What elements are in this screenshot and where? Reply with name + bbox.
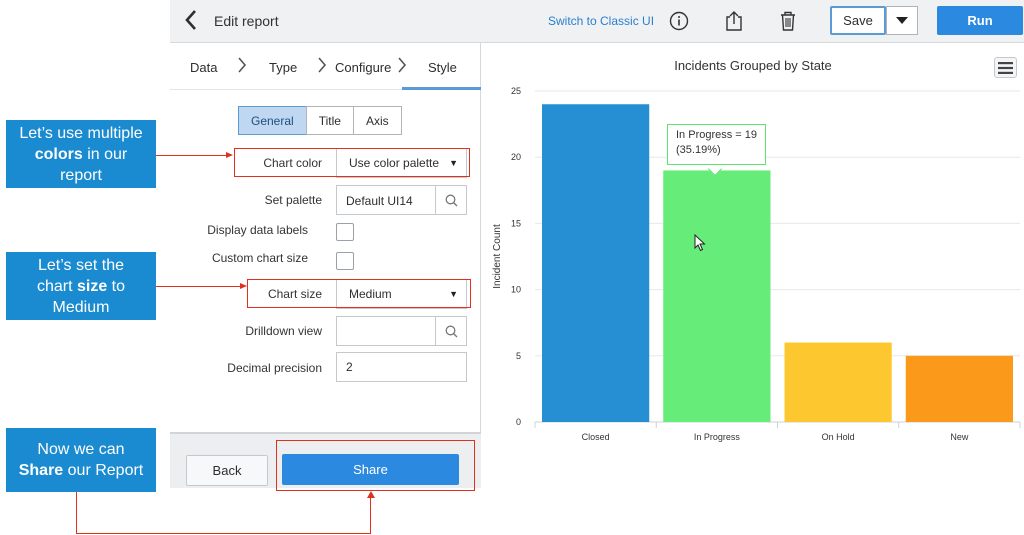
connector-line [156, 286, 240, 287]
callout-size-text-a: chart [36, 277, 77, 295]
caret-down-icon [896, 17, 908, 24]
callout-colors: Let’s use multiple colors in our report [6, 120, 156, 188]
callout-share: Now we can Share our Report [6, 428, 156, 492]
step-style[interactable]: Style [428, 60, 457, 75]
callout-colors-text: in our [82, 145, 128, 163]
save-button[interactable]: Save [830, 6, 886, 35]
save-options-dropdown[interactable] [886, 6, 918, 35]
arrow-right-icon [226, 152, 233, 158]
callout-colors-line-2: colors in our [35, 144, 127, 165]
connector-line [370, 498, 371, 534]
x-tick-label: Closed [582, 432, 610, 442]
y-tick-label: 15 [511, 218, 521, 228]
y-tick-label: 10 [511, 285, 521, 295]
mouse-pointer-icon [694, 234, 706, 252]
x-tick-label: On Hold [822, 432, 855, 442]
bar-tooltip: In Progress = 19 (35.19%) [667, 124, 766, 165]
search-icon[interactable] [435, 317, 466, 345]
arrow-right-icon [240, 283, 247, 289]
y-tick-label: 5 [516, 351, 521, 361]
drilldown-view-field[interactable] [336, 316, 467, 346]
callout-colors-line-1: Let’s use multiple [19, 124, 143, 142]
step-data[interactable]: Data [190, 60, 217, 75]
report-settings-panel: Data Type Configure Style General Title … [170, 43, 481, 488]
set-palette-field[interactable]: Default UI14 [336, 185, 467, 215]
decimal-precision-input[interactable]: 2 [336, 352, 467, 382]
chevron-right-icon [237, 56, 247, 79]
search-icon[interactable] [435, 186, 466, 214]
active-step-indicator [402, 87, 481, 90]
bar-on-hold[interactable] [784, 342, 892, 422]
tooltip-line-1: In Progress = 19 [676, 129, 758, 141]
callout-colors-line-3: report [60, 166, 102, 184]
export-icon[interactable] [721, 8, 747, 34]
tab-axis[interactable]: Axis [352, 106, 402, 135]
connector-line [76, 533, 371, 534]
chevron-right-icon [317, 56, 327, 79]
callout-size-line-1: Let’s set the [38, 256, 124, 274]
wizard-steps: Data Type Configure Style [170, 43, 481, 90]
page-title: Edit report [214, 13, 279, 29]
tab-general[interactable]: General [238, 106, 307, 135]
callout-size-line-3: Medium [52, 298, 110, 316]
callout-size-emphasis: size [76, 277, 108, 295]
custom-chart-size-checkbox[interactable] [336, 252, 354, 270]
set-palette-label: Set palette [264, 193, 322, 207]
chart-size-highlight [247, 279, 471, 308]
chart-color-highlight [234, 148, 470, 177]
connector-line [76, 492, 77, 534]
trash-icon[interactable] [775, 8, 801, 34]
y-axis-label: Incident Count [492, 224, 503, 289]
callout-share-emphasis: Share [18, 462, 64, 479]
x-axis-ticks: Closed In Progress On Hold New [534, 422, 1021, 442]
arrow-up-icon [366, 491, 375, 498]
callout-colors-emphasis: colors [34, 145, 83, 163]
callout-share-line-2: Share our Report [19, 460, 144, 481]
bar-new[interactable] [905, 355, 1013, 422]
run-button[interactable]: Run [937, 6, 1023, 35]
info-icon[interactable] [666, 8, 692, 34]
back-button[interactable]: Back [186, 455, 268, 486]
chart-menu-icon[interactable] [994, 57, 1017, 78]
connector-line [156, 155, 226, 156]
display-data-labels-checkbox[interactable] [336, 223, 354, 241]
step-configure[interactable]: Configure [335, 60, 391, 75]
x-tick-label: In Progress [694, 432, 741, 442]
step-type[interactable]: Type [269, 60, 297, 75]
switch-to-classic-link[interactable]: Switch to Classic UI [548, 14, 654, 28]
x-tick-label: New [950, 432, 969, 442]
tooltip-line-2: (35.19%) [676, 144, 721, 156]
chevron-left-icon[interactable] [184, 9, 204, 33]
display-data-labels-label: Display data labels [207, 223, 308, 237]
share-highlight [276, 440, 475, 491]
chart-title: Incidents Grouped by State [674, 58, 832, 73]
drilldown-view-label: Drilldown view [245, 324, 322, 338]
callout-size-text-b: to [107, 277, 126, 295]
y-tick-label: 20 [511, 152, 521, 162]
callout-size-line-2: chart size to [37, 276, 125, 297]
set-palette-value: Default UI14 [346, 194, 413, 208]
chevron-right-icon [397, 56, 407, 79]
bar-closed[interactable] [542, 104, 650, 423]
y-tick-label: 25 [511, 86, 521, 96]
bar-in-progress[interactable] [663, 170, 771, 422]
y-axis-ticks: 0 5 10 15 20 25 [511, 86, 521, 427]
style-tabs: General Title Axis [238, 106, 402, 135]
report-header: Edit report Switch to Classic UI Save Ru… [170, 0, 1024, 43]
custom-chart-size-label: Custom chart size [211, 251, 308, 265]
callout-share-text: our Report [63, 462, 144, 479]
callout-size: Let’s set the chart size to Medium [6, 252, 156, 320]
decimal-precision-label: Decimal precision [227, 361, 322, 375]
y-tick-label: 0 [516, 417, 521, 427]
callout-share-line-1: Now we can [37, 441, 125, 458]
tab-title[interactable]: Title [305, 106, 354, 135]
chart-bars [542, 104, 1013, 423]
